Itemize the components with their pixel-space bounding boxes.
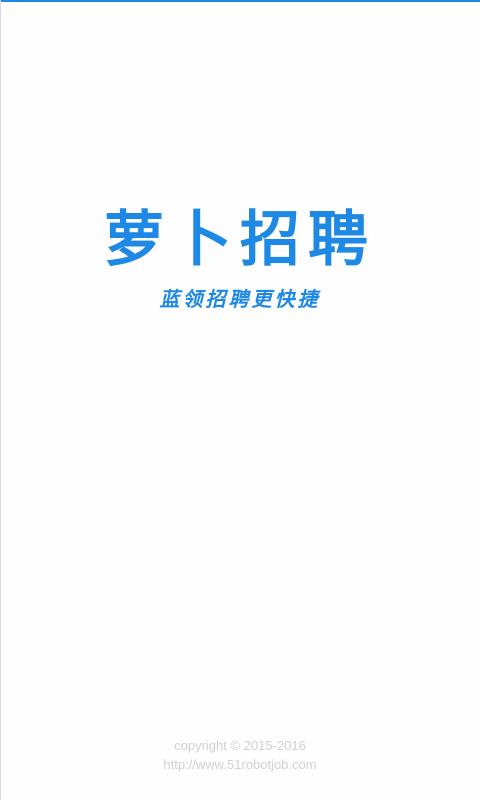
copyright-text: copyright © 2015-2016 (174, 738, 306, 753)
footer: copyright © 2015-2016 http://www.51robot… (0, 736, 480, 774)
splash-screen: 萝卜招聘 蓝领招聘更快捷 copyright © 2015-2016 http:… (0, 0, 480, 800)
left-edge-line (0, 0, 1, 800)
app-logo-title: 萝卜招聘 (104, 205, 376, 275)
top-accent-bar (0, 0, 480, 2)
website-url: http://www.51robotjob.com (163, 757, 317, 772)
app-slogan: 蓝领招聘更快捷 (159, 287, 321, 311)
logo-container: 萝卜招聘 (0, 206, 480, 274)
